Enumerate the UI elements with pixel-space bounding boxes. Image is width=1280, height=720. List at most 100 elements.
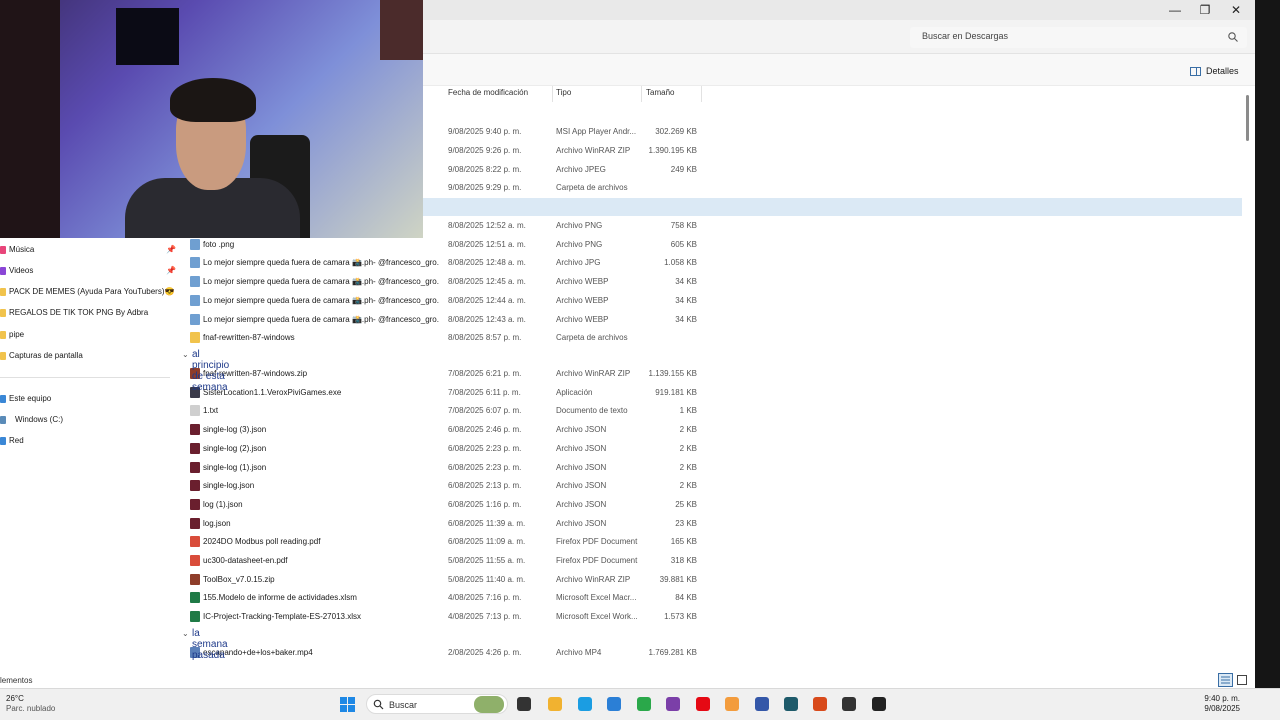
file-row[interactable]: fnaf-rewritten-87-windows.zip 7/08/2025 6… [180, 365, 1242, 383]
sidebar-item[interactable]: REGALOS DE TIK TOK PNG By Adbra [0, 304, 176, 322]
app-blue-icon[interactable] [755, 697, 769, 711]
chevron-down-icon: ⌄ [182, 350, 189, 359]
column-separator[interactable] [552, 86, 553, 102]
file-name: Lo mejor siempre queda fuera de camara 📸… [203, 296, 439, 305]
terminal-icon[interactable] [872, 697, 886, 711]
image-file-icon [190, 276, 200, 287]
file-row[interactable]: ToolBox_v7.0.15.zip 5/08/2025 11:40 a. m.… [180, 571, 1242, 589]
app-orange-icon[interactable] [725, 697, 739, 711]
file-date: 6/08/2025 11:39 a. m. [448, 519, 526, 528]
file-name: log (1).json [203, 500, 243, 509]
file-row[interactable]: single-log (3).json 6/08/2025 2:46 p. m. A… [180, 421, 1242, 439]
sidebar-item[interactable]: Música 📌 [0, 241, 176, 259]
taskbar-search[interactable]: Buscar [366, 694, 508, 714]
file-row[interactable]: single-log (1).json 6/08/2025 2:23 p. m. A… [180, 459, 1242, 477]
person-hair [170, 78, 256, 122]
store-icon[interactable] [607, 697, 621, 711]
file-row[interactable]: Lo mejor siempre queda fuera de camara 📸… [180, 292, 1242, 310]
file-row[interactable]: SisterLocation1.1.VeroxPiviGames.exe 7/08… [180, 384, 1242, 402]
file-date: 6/08/2025 2:46 p. m. [448, 425, 522, 434]
file-name: 1.txt [203, 406, 219, 415]
music-icon [0, 246, 6, 254]
file-row[interactable]: IC-Project-Tracking-Template-ES-27013.xl… [180, 608, 1242, 626]
file-row[interactable]: single-log.json 6/08/2025 2:13 p. m. Archi… [180, 477, 1242, 495]
file-row[interactable]: Lo mejor siempre queda fuera de camara 📸… [180, 311, 1242, 329]
file-row[interactable]: Lo mejor siempre queda fuera de camara 📸… [180, 273, 1242, 291]
file-row[interactable]: fnaf-rewritten-87-windows 8/08/2025 8:57 … [180, 329, 1242, 347]
file-type: Documento de texto [556, 406, 628, 415]
file-size: 605 KB [670, 240, 697, 249]
weather-widget[interactable]: 26°C Parc. nublado [6, 694, 55, 714]
close-button[interactable]: ✕ [1221, 2, 1251, 18]
system-clock[interactable]: 9:40 p. m. 9/08/2025 [1200, 694, 1240, 714]
file-date: 7/08/2025 6:07 p. m. [448, 406, 522, 415]
file-size: 39.881 KB [659, 575, 697, 584]
file-row[interactable]: 155.Modelo de informe de actividades.xls… [180, 589, 1242, 607]
file-size: 165 KB [670, 537, 697, 546]
app-dark-icon[interactable] [842, 697, 856, 711]
file-row[interactable]: escapando+de+los+baker.mp4 2/08/2025 4:26… [180, 644, 1242, 662]
minimize-button[interactable]: — [1160, 2, 1190, 18]
view-toggle-buttons[interactable] [1218, 673, 1248, 687]
image-file-icon [190, 257, 200, 268]
task-view-icon[interactable] [517, 697, 531, 711]
column-separator[interactable] [641, 86, 642, 102]
file-name: escapando+de+los+baker.mp4 [203, 648, 313, 657]
file-row[interactable]: log.json 6/08/2025 11:39 a. m. Archivo JSO… [180, 515, 1242, 533]
edge-icon[interactable] [578, 697, 592, 711]
netflix-icon[interactable] [696, 697, 710, 711]
file-type: Aplicación [556, 388, 593, 397]
file-type: Archivo JSON [556, 425, 607, 434]
file-date: 6/08/2025 2:13 p. m. [448, 481, 522, 490]
file-row[interactable]: 2024DO Modbus poll reading.pdf 6/08/2025 … [180, 533, 1242, 551]
search-highlight-icon [474, 696, 504, 713]
search-box[interactable]: Buscar en Descargas [910, 27, 1247, 48]
details-pane-button[interactable]: Detalles [1190, 64, 1239, 78]
column-header-type[interactable]: Tipo [556, 88, 571, 100]
file-size: 318 KB [670, 556, 697, 565]
xbox-icon[interactable] [637, 697, 651, 711]
text-file-icon [190, 405, 200, 416]
image-file-icon [190, 239, 200, 250]
file-date: 9/08/2025 9:40 p. m. [448, 127, 522, 136]
sidebar-location[interactable]: Red [0, 432, 176, 450]
file-date: 8/08/2025 12:52 a. m. [448, 221, 526, 230]
sidebar-location[interactable]: Este equipo [0, 390, 176, 408]
folder-icon [190, 332, 200, 343]
pin-icon[interactable]: 📌 [166, 245, 176, 254]
start-icon[interactable] [340, 697, 355, 712]
file-row[interactable]: uc300-datasheet-en.pdf 5/08/2025 11:55 a.… [180, 552, 1242, 570]
file-row[interactable]: foto .png 8/08/2025 12:51 a. m. Archivo PN… [180, 236, 1242, 254]
app-teal-icon[interactable] [784, 697, 798, 711]
file-date: 6/08/2025 2:23 p. m. [448, 444, 522, 453]
sidebar-item[interactable]: Capturas de pantalla [0, 347, 176, 365]
file-size: 2 KB [679, 463, 697, 472]
app-purple-icon[interactable] [666, 697, 680, 711]
app-red-icon[interactable] [813, 697, 827, 711]
sidebar-item[interactable]: pipe [0, 326, 176, 344]
file-size: 1.139.155 KB [648, 369, 697, 378]
zip-icon [190, 574, 200, 585]
sidebar-item[interactable]: Videos 📌 [0, 262, 176, 280]
file-date: 6/08/2025 1:16 p. m. [448, 500, 522, 509]
file-row[interactable]: 1.txt 7/08/2025 6:07 p. m. Documento de te… [180, 402, 1242, 420]
pin-icon[interactable]: 📌 [166, 266, 176, 275]
column-header-date[interactable]: Fecha de modificación [448, 88, 528, 100]
maximize-button[interactable]: ❐ [1190, 2, 1220, 18]
file-date: 8/08/2025 8:57 p. m. [448, 333, 522, 342]
sidebar-item[interactable]: PACK DE MEMES (Ayuda Para YouTubers)😎 [0, 283, 176, 301]
file-type: Microsoft Excel Work... [556, 612, 638, 621]
file-size: 1 KB [679, 406, 697, 415]
file-row[interactable]: log (1).json 6/08/2025 1:16 p. m. Archivo … [180, 496, 1242, 514]
file-row[interactable]: single-log (2).json 6/08/2025 2:23 p. m. A… [180, 440, 1242, 458]
file-date: 9/08/2025 8:22 p. m. [448, 165, 522, 174]
file-explorer-icon[interactable] [548, 697, 562, 711]
folder-icon [0, 331, 6, 339]
column-separator[interactable] [701, 86, 702, 102]
screen-border [1255, 0, 1280, 688]
vertical-scrollbar[interactable] [1246, 95, 1249, 141]
column-header-size[interactable]: Tamaño [646, 88, 674, 100]
list-view-icon[interactable] [1218, 673, 1248, 687]
file-row[interactable]: Lo mejor siempre queda fuera de camara 📸… [180, 254, 1242, 272]
sidebar-location[interactable]: Windows (C:) [0, 411, 176, 429]
